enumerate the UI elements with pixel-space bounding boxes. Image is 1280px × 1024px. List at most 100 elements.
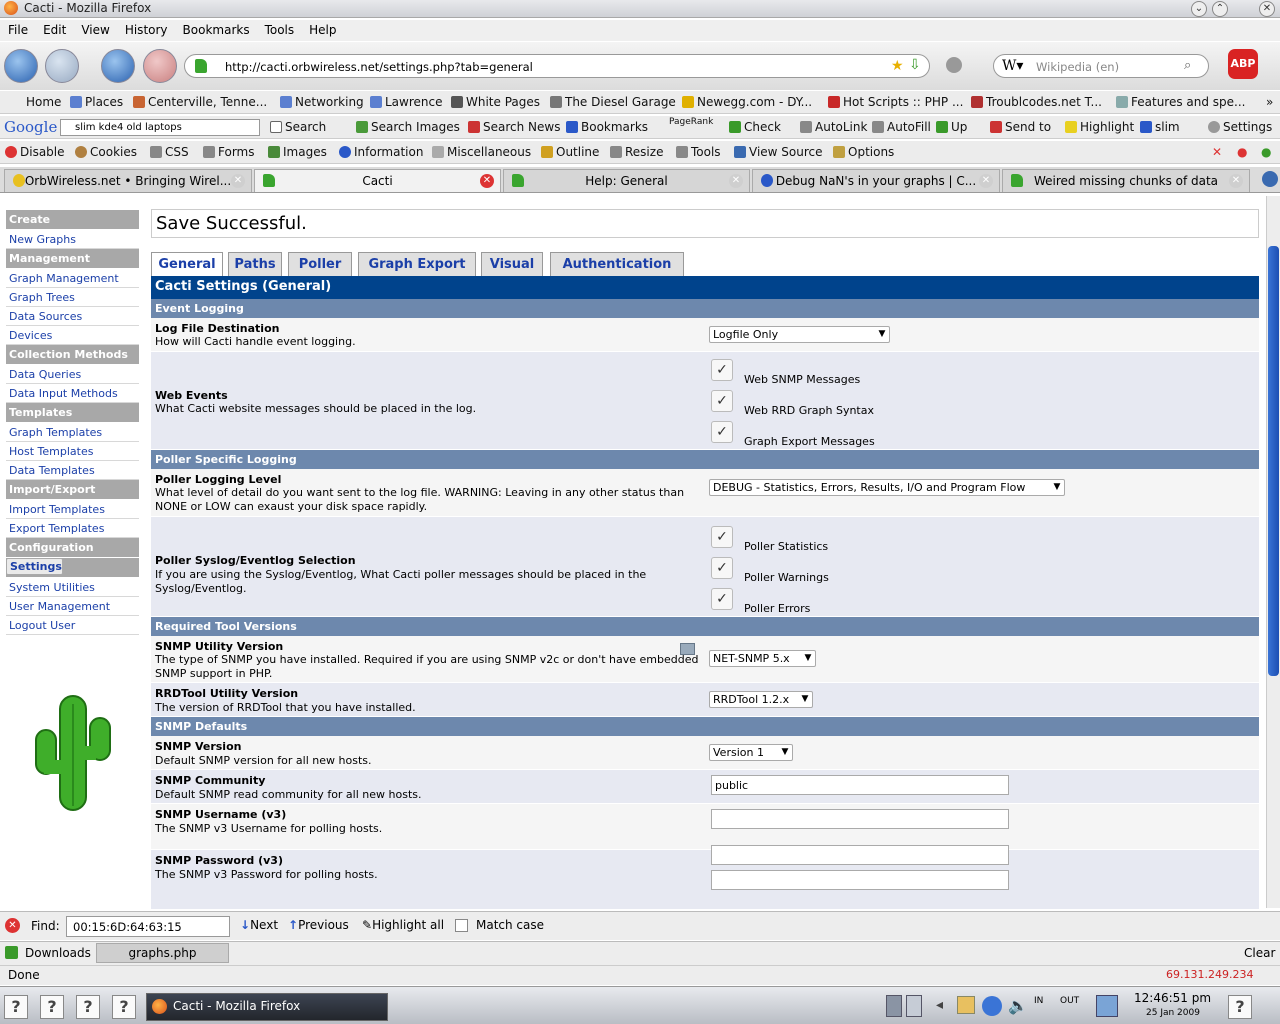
- clear-downloads-button[interactable]: Clear: [1244, 946, 1275, 960]
- bookmark-networking[interactable]: Networking: [280, 95, 364, 109]
- bookmark-troublecodes[interactable]: Troublcodes.net T...: [971, 95, 1102, 109]
- tab-poller[interactable]: Poller: [288, 252, 352, 276]
- poller-statistics-checkbox[interactable]: ✓: [711, 526, 733, 548]
- sidebar-item[interactable]: Data Queries: [6, 365, 139, 384]
- webdev-cookies[interactable]: Cookies: [75, 145, 137, 159]
- find-close-icon[interactable]: ✕: [5, 918, 20, 933]
- adblock-icon[interactable]: ABP: [1228, 49, 1258, 79]
- tray-arrow-icon[interactable]: ◂: [936, 997, 943, 1013]
- all-tabs-icon[interactable]: [1262, 171, 1278, 187]
- bookmarks-overflow-icon[interactable]: »: [1266, 95, 1273, 109]
- check-button[interactable]: Check: [729, 120, 781, 134]
- web-snmp-checkbox[interactable]: ✓: [711, 359, 733, 381]
- page-scrollbar[interactable]: [1266, 196, 1280, 908]
- snmp-password-confirm-input[interactable]: [711, 870, 1009, 890]
- sidebar-item[interactable]: Host Templates: [6, 442, 139, 461]
- tab-paths[interactable]: Paths: [228, 252, 282, 276]
- tab-close-icon[interactable]: ✕: [1229, 174, 1243, 188]
- google-settings-button[interactable]: Settings: [1208, 120, 1272, 134]
- wikipedia-icon[interactable]: W▾: [1002, 58, 1023, 74]
- forward-button[interactable]: [45, 49, 79, 83]
- up-button[interactable]: Up: [936, 120, 967, 134]
- sidebar-item[interactable]: Graph Templates: [6, 423, 139, 442]
- sidebar-item[interactable]: Data Sources: [6, 307, 139, 326]
- download-item[interactable]: graphs.php: [96, 943, 229, 963]
- highlight-button[interactable]: Highlight: [1065, 120, 1134, 134]
- tab-close-icon[interactable]: ✕: [729, 174, 743, 188]
- log-destination-select[interactable]: Logfile Only ▼: [709, 326, 890, 343]
- sidebar-item[interactable]: Graph Management: [6, 269, 139, 288]
- webdev-information[interactable]: Information: [339, 145, 423, 159]
- menu-file[interactable]: File: [0, 20, 35, 37]
- match-case-checkbox[interactable]: [455, 919, 468, 932]
- tab-general[interactable]: General: [151, 252, 223, 276]
- maximize-icon[interactable]: ⌃: [1212, 1, 1228, 17]
- bookmark-white-pages[interactable]: White Pages: [451, 95, 540, 109]
- tray-clipboard-icon[interactable]: [957, 996, 975, 1014]
- term-slim-button[interactable]: slim: [1140, 120, 1180, 134]
- tray-monitor-icon[interactable]: [1096, 995, 1118, 1017]
- webdev-forms[interactable]: Forms: [203, 145, 254, 159]
- send-to-button[interactable]: Send to: [990, 120, 1051, 134]
- extension-icon[interactable]: [946, 57, 962, 73]
- stop-button[interactable]: [143, 49, 177, 83]
- tab-graph-export[interactable]: Graph Export: [358, 252, 476, 276]
- tab-close-icon[interactable]: ✕: [231, 174, 245, 188]
- highlight-all-button[interactable]: ✎Highlight all: [362, 918, 444, 932]
- poller-errors-checkbox[interactable]: ✓: [711, 588, 733, 610]
- webdev-miscellaneous[interactable]: Miscellaneous: [432, 145, 531, 159]
- tab-cacti[interactable]: Cacti ✕: [254, 169, 501, 192]
- download-arrow-icon[interactable]: ⇩: [909, 57, 921, 73]
- tab-debug-nan[interactable]: Debug NaN's in your graphs | C... ✕: [752, 169, 1000, 192]
- bookmark-hot-scripts[interactable]: Hot Scripts :: PHP ...: [828, 95, 963, 109]
- google-search-input[interactable]: slim kde4 old laptops: [60, 119, 260, 136]
- launcher-help-icon[interactable]: ?: [1228, 995, 1252, 1019]
- webdev-disable[interactable]: Disable: [5, 145, 65, 159]
- minimize-icon[interactable]: ⌄: [1191, 1, 1207, 17]
- tab-close-icon[interactable]: ✕: [480, 174, 494, 188]
- webdev-warning-icon[interactable]: ●: [1237, 145, 1247, 159]
- launcher-help-icon[interactable]: ?: [40, 995, 64, 1019]
- webdev-css[interactable]: CSS: [150, 145, 189, 159]
- snmp-utility-select[interactable]: NET-SNMP 5.x ▼: [709, 650, 816, 667]
- webdev-images[interactable]: Images: [268, 145, 327, 159]
- sidebar-item[interactable]: Import Templates: [6, 500, 139, 519]
- autolink-button[interactable]: AutoLink: [800, 120, 867, 134]
- tab-help-general[interactable]: Help: General ✕: [503, 169, 750, 192]
- snmp-username-input[interactable]: [711, 809, 1009, 829]
- pager-desktop-icon[interactable]: [906, 995, 922, 1017]
- scrollbar-thumb[interactable]: [1268, 246, 1279, 676]
- graph-export-checkbox[interactable]: ✓: [711, 421, 733, 443]
- bookmark-home[interactable]: Home: [26, 95, 61, 109]
- webdev-ok-icon[interactable]: ●: [1261, 145, 1271, 159]
- snmp-community-input[interactable]: public: [711, 775, 1009, 795]
- menu-tools[interactable]: Tools: [257, 20, 302, 37]
- launcher-help-icon[interactable]: ?: [112, 995, 136, 1019]
- find-next-button[interactable]: ↓Next: [240, 918, 278, 932]
- find-input[interactable]: 00:15:6D:64:63:15: [66, 916, 230, 937]
- web-rrd-checkbox[interactable]: ✓: [711, 390, 733, 412]
- bookmark-centerville[interactable]: Centerville, Tenne...: [133, 95, 267, 109]
- bookmarks-button[interactable]: Bookmarks: [566, 120, 648, 134]
- bookmark-diesel-garage[interactable]: The Diesel Garage: [550, 95, 676, 109]
- bookmark-places[interactable]: Places: [70, 95, 123, 109]
- launcher-help-icon[interactable]: ?: [76, 995, 100, 1019]
- pager-desktop-icon[interactable]: [886, 995, 902, 1017]
- back-button[interactable]: [4, 49, 38, 83]
- downloads-label[interactable]: Downloads: [25, 946, 91, 960]
- snmp-password-input[interactable]: [711, 845, 1009, 865]
- sidebar-item[interactable]: Devices: [6, 326, 139, 345]
- autofill-button[interactable]: AutoFill: [872, 120, 931, 134]
- tab-visual[interactable]: Visual: [481, 252, 543, 276]
- webdev-resize[interactable]: Resize: [610, 145, 663, 159]
- webdev-outline[interactable]: Outline: [541, 145, 599, 159]
- search-icon[interactable]: ⌕: [1184, 58, 1191, 73]
- clock-time[interactable]: 12:46:51 pm: [1134, 991, 1211, 1005]
- search-news-button[interactable]: Search News: [468, 120, 560, 134]
- webdev-tools[interactable]: Tools: [676, 145, 721, 159]
- tab-authentication[interactable]: Authentication: [550, 252, 684, 276]
- find-previous-button[interactable]: ↑Previous: [288, 918, 349, 932]
- menu-help[interactable]: Help: [301, 20, 343, 37]
- webdev-view-source[interactable]: View Source: [734, 145, 823, 159]
- sidebar-item[interactable]: Logout User: [6, 616, 139, 635]
